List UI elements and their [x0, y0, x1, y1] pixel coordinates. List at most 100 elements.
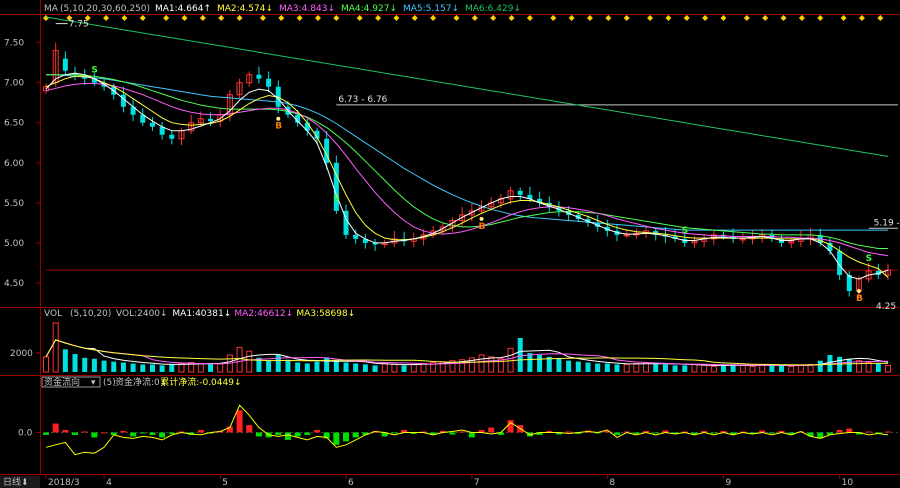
- event-diamond[interactable]: [181, 15, 188, 21]
- money-flow-bar: [885, 431, 891, 433]
- indicator-selector-label[interactable]: 资金流向: [44, 376, 80, 388]
- candle-body: [739, 238, 746, 241]
- event-diamond[interactable]: [720, 15, 727, 21]
- volume-bar: [566, 360, 572, 372]
- volume-bar: [333, 360, 339, 372]
- volume-bar: [604, 363, 610, 372]
- volume-bar: [391, 363, 398, 373]
- event-diamond[interactable]: [550, 15, 557, 21]
- volume-bar: [672, 365, 678, 372]
- volume-bar: [82, 357, 88, 372]
- event-diamond[interactable]: [163, 15, 170, 21]
- event-diamond[interactable]: [471, 15, 478, 21]
- volume-bar: [585, 362, 591, 372]
- volume-bar: [362, 364, 368, 372]
- event-diamond[interactable]: [568, 15, 575, 21]
- event-diamond[interactable]: [121, 15, 128, 21]
- volume-bar: [488, 356, 495, 373]
- chevron-down-icon[interactable]: ▾: [91, 378, 96, 388]
- event-diamond[interactable]: [743, 15, 750, 21]
- money-flow-bar: [507, 420, 514, 433]
- event-diamond[interactable]: [665, 15, 672, 21]
- event-diamond[interactable]: [218, 15, 225, 21]
- event-diamond[interactable]: [623, 15, 630, 21]
- event-diamond[interactable]: [430, 15, 437, 21]
- event-diamond[interactable]: [103, 15, 110, 21]
- event-diamond[interactable]: [798, 15, 805, 21]
- event-diamond[interactable]: [702, 15, 709, 21]
- event-diamond[interactable]: [683, 15, 690, 21]
- candle-body: [517, 190, 523, 195]
- buy-dot: [276, 116, 281, 121]
- event-diamond[interactable]: [411, 15, 418, 21]
- legend-item: MA5:5.157↓: [403, 4, 459, 14]
- event-diamond[interactable]: [259, 15, 266, 21]
- volume-bar: [130, 363, 136, 372]
- vol-legend-items: VOL:2400↓ MA1:40381↓ MA2:46612↓ MA3:58698↓: [116, 309, 355, 319]
- legend-item: MA2:46612↓: [234, 309, 293, 319]
- volume-bar: [691, 363, 698, 373]
- event-diamond[interactable]: [586, 15, 593, 21]
- volume-bar: [633, 362, 640, 373]
- event-diamond[interactable]: [333, 15, 340, 21]
- event-diamond[interactable]: [43, 15, 49, 21]
- event-diamond[interactable]: [858, 15, 865, 21]
- event-diamond[interactable]: [647, 15, 654, 21]
- money-flow-bar: [130, 432, 137, 437]
- event-diamond[interactable]: [817, 15, 824, 21]
- event-diamond[interactable]: [199, 15, 206, 21]
- money-flow-bar: [91, 432, 98, 438]
- money-flow-bar: [120, 430, 127, 433]
- event-diamond[interactable]: [278, 15, 285, 21]
- event-diamond[interactable]: [453, 15, 460, 21]
- period-button[interactable]: 日线⬇: [3, 476, 29, 488]
- legend-item: MA4:4.927↓: [341, 4, 397, 14]
- money-flow-bars: [43, 410, 891, 445]
- money-flow-bar: [236, 410, 243, 433]
- stock-chart[interactable]: MA (5,10,20,30,60,250) MA1:4.664↑ MA2:4.5…: [0, 0, 900, 488]
- event-diamond[interactable]: [139, 15, 146, 21]
- event-diamond[interactable]: [236, 15, 243, 21]
- x-tick-label: 2018/3: [48, 478, 80, 488]
- event-diamond[interactable]: [840, 15, 847, 21]
- money-flow-bar: [352, 432, 359, 438]
- candle-body: [353, 234, 359, 239]
- event-diamond[interactable]: [296, 15, 303, 21]
- volume-bar: [779, 365, 785, 372]
- volume-bar: [720, 365, 726, 372]
- x-tick-label: 5: [222, 478, 228, 488]
- money-legend-items: 资金净流:0↓累计净流:-0.0449↓: [115, 376, 242, 388]
- buy-signal: B: [856, 294, 863, 304]
- candle-body: [623, 234, 630, 237]
- event-diamond[interactable]: [314, 15, 321, 21]
- volume-bar: [401, 365, 407, 372]
- legend-item: MA1:40381↓: [172, 309, 231, 319]
- money-flow-bar: [846, 428, 853, 433]
- event-diamond[interactable]: [508, 15, 515, 21]
- event-markers[interactable]: [43, 15, 884, 21]
- volume-bar: [875, 363, 881, 372]
- legend-item: MA3:58698↓: [296, 309, 355, 319]
- money-flow-bar: [43, 432, 49, 435]
- volume-bar: [62, 349, 68, 372]
- volume-bar: [43, 356, 49, 373]
- sell-signal: S: [333, 194, 339, 204]
- event-diamond[interactable]: [780, 15, 787, 21]
- event-diamond[interactable]: [526, 15, 533, 21]
- y-tick-label: 6.00: [4, 159, 24, 169]
- event-diamond[interactable]: [393, 15, 400, 21]
- volume-bar: [527, 353, 533, 372]
- event-diamond[interactable]: [877, 15, 884, 21]
- buy-signal: B: [275, 122, 282, 132]
- volume-bar: [275, 354, 281, 372]
- volume-bar: [749, 365, 756, 373]
- x-tick-label: 7: [474, 478, 480, 488]
- volume-bar: [797, 364, 804, 373]
- event-diamond[interactable]: [356, 15, 363, 21]
- event-diamond[interactable]: [605, 15, 612, 21]
- candle-body: [266, 78, 272, 87]
- money-flow-bar: [197, 430, 204, 433]
- event-diamond[interactable]: [490, 15, 497, 21]
- event-diamond[interactable]: [375, 15, 382, 21]
- event-diamond[interactable]: [762, 15, 769, 21]
